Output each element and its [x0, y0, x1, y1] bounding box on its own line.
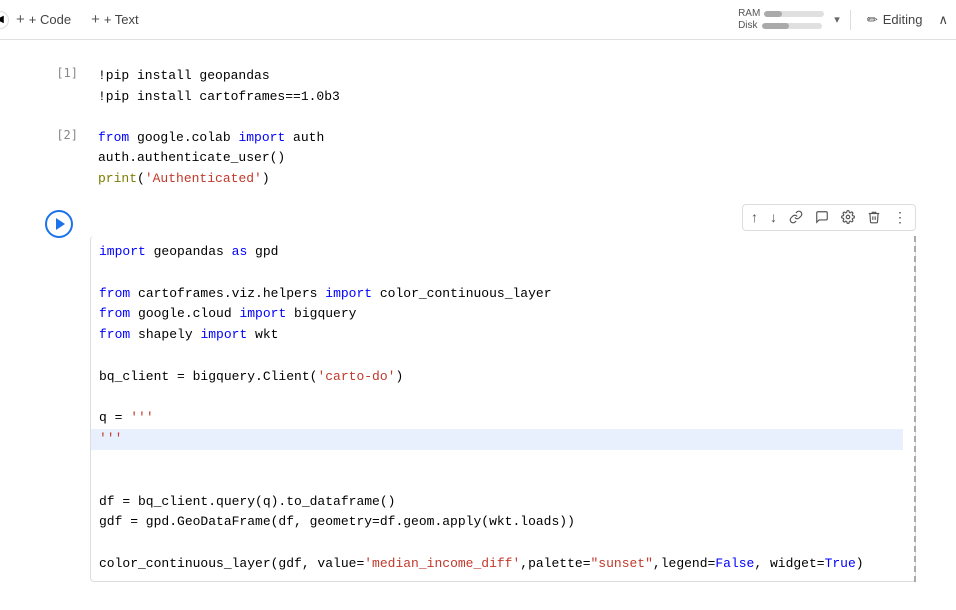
ram-progress-fill: [764, 11, 782, 17]
move-down-button[interactable]: ↓: [768, 207, 779, 227]
ram-disk-indicator: RAM Disk: [738, 8, 824, 31]
ram-progress-bar: [764, 11, 824, 17]
delete-cell-button[interactable]: [865, 208, 883, 226]
editing-button[interactable]: ✏ Editing: [859, 8, 931, 32]
cell-2-code: from google.colab import auth auth.authe…: [98, 128, 908, 190]
cell-1-content[interactable]: !pip install geopandas !pip install cart…: [90, 60, 916, 114]
plus-icon: +: [16, 11, 25, 28]
link-button[interactable]: [787, 208, 805, 226]
cell-1: [1] !pip install geopandas !pip install …: [40, 60, 916, 114]
cell-3-active: ↑ ↓ ⋮ impor: [40, 204, 916, 582]
cell-3-code: import geopandas as gpd from cartoframes…: [99, 242, 895, 575]
pencil-icon: ✏: [867, 12, 878, 28]
cell-1-code: !pip install geopandas !pip install cart…: [98, 66, 908, 108]
editing-label: Editing: [883, 12, 923, 27]
chevron-up-icon[interactable]: ∧: [938, 12, 948, 28]
top-toolbar: ◀ + + Code + + Text RAM Disk ▾: [0, 0, 956, 40]
add-text-button[interactable]: + + Text: [83, 7, 147, 32]
comment-button[interactable]: [813, 208, 831, 226]
active-cell-toolbar: ↑ ↓ ⋮: [742, 204, 916, 231]
cell-2-content[interactable]: from google.colab import auth auth.authe…: [90, 122, 916, 196]
ram-label: RAM: [738, 8, 760, 19]
disk-progress-fill: [762, 23, 789, 29]
toolbar-divider: [850, 10, 851, 30]
cell-2: [2] from google.colab import auth auth.a…: [40, 122, 916, 196]
active-cell-wrapper: ↑ ↓ ⋮ impor: [90, 204, 916, 582]
cell-2-number: [2]: [40, 122, 90, 196]
ram-dropdown-button[interactable]: ▾: [832, 11, 842, 28]
cell-1-number: [1]: [40, 60, 90, 114]
add-code-button[interactable]: + + Code: [8, 7, 79, 32]
disk-label: Disk: [738, 20, 757, 31]
add-text-label: + Text: [104, 12, 139, 27]
main-content: [1] !pip install geopandas !pip install …: [0, 40, 956, 610]
plus-icon-2: +: [91, 11, 100, 28]
add-code-label: + Code: [29, 12, 71, 27]
more-options-button[interactable]: ⋮: [891, 207, 909, 228]
disk-progress-bar: [762, 23, 822, 29]
cell-3-content[interactable]: import geopandas as gpd from cartoframes…: [90, 236, 916, 582]
settings-button[interactable]: [839, 208, 857, 226]
notebook: [1] !pip install geopandas !pip install …: [0, 40, 956, 610]
run-cell-button[interactable]: [45, 210, 73, 238]
cell-active-border: [914, 236, 916, 582]
move-up-button[interactable]: ↑: [749, 207, 760, 227]
toolbar-right: RAM Disk ▾ ✏ Editing ∧: [738, 8, 948, 32]
